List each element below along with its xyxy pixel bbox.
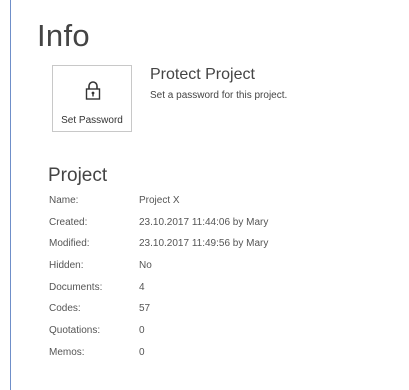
project-section-heading: Project (48, 165, 108, 186)
property-label: Quotations: (49, 325, 101, 337)
property-value: 23.10.2017 11:44:06 by Mary (139, 216, 269, 228)
left-border-rule (10, 0, 11, 390)
property-row-name: Name: Project X (49, 195, 379, 217)
property-row-hidden: Hidden: No (49, 260, 379, 282)
set-password-label: Set Password (61, 115, 123, 126)
property-label: Hidden: (49, 260, 84, 272)
property-row-modified: Modified: 23.10.2017 11:49:56 by Mary (49, 238, 379, 260)
property-value: 0 (139, 346, 145, 358)
property-label: Name: (49, 195, 79, 206)
property-value: 23.10.2017 11:49:56 by Mary (139, 238, 269, 250)
property-row-created: Created: 23.10.2017 11:44:06 by Mary (49, 217, 379, 239)
property-row-documents: Documents: 4 (49, 282, 379, 304)
protect-project-heading: Protect Project (150, 66, 255, 83)
protect-project-description: Set a password for this project. (150, 90, 288, 101)
property-label: Documents: (49, 281, 103, 293)
property-row-memos: Memos: 0 (49, 347, 379, 369)
project-properties-list: Name: Project X Created: 23.10.2017 11:4… (49, 195, 379, 369)
property-value: 0 (139, 325, 145, 337)
property-label: Created: (49, 216, 88, 228)
property-label: Codes: (49, 303, 81, 315)
property-value: Project X (139, 195, 180, 206)
property-value: No (139, 260, 152, 272)
property-row-codes: Codes: 57 (49, 303, 379, 325)
property-value: 4 (139, 281, 145, 293)
property-row-quotations: Quotations: 0 (49, 325, 379, 347)
page-title: Info (37, 18, 90, 53)
lock-icon (85, 81, 101, 100)
property-value: 57 (139, 303, 151, 315)
set-password-button[interactable]: Set Password (52, 65, 132, 132)
property-label: Modified: (49, 238, 90, 250)
property-label: Memos: (49, 346, 85, 358)
info-page: Info Set Password Protect Project Set a … (0, 0, 409, 390)
